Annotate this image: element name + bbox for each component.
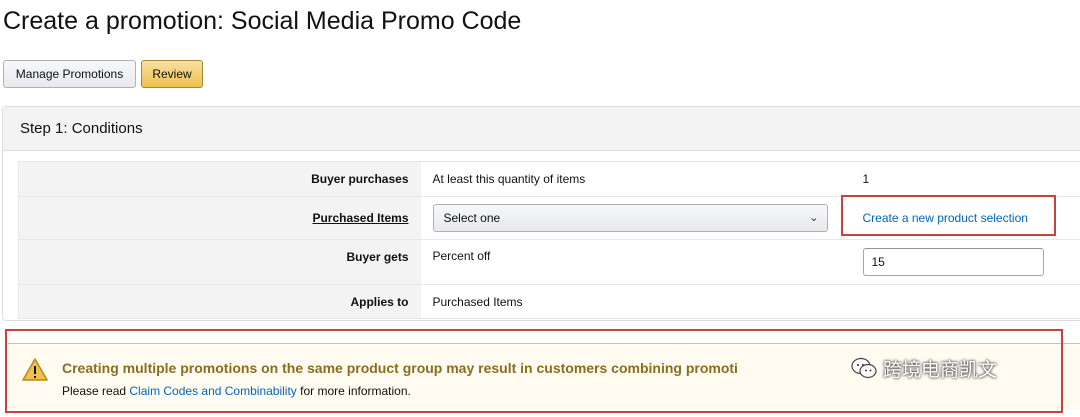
percent-off-input[interactable]: 15 xyxy=(862,248,1044,276)
product-selection-dropdown[interactable]: Select one ⌄ xyxy=(432,204,828,232)
buyer-purchases-label: Buyer purchases xyxy=(18,161,421,197)
table-row: Purchased Items Select one ⌄ Create a ne… xyxy=(18,196,1080,240)
purchased-items-select-cell: Select one ⌄ xyxy=(420,196,841,240)
purchased-items-link-cell: Create a new product selection xyxy=(840,196,1080,240)
table-row: Buyer purchases At least this quantity o… xyxy=(18,161,1080,197)
chevron-down-icon: ⌄ xyxy=(809,212,819,224)
create-product-selection-link[interactable]: Create a new product selection xyxy=(863,211,1028,225)
alert-text-after: for more information. xyxy=(296,384,411,398)
alert-title: Creating multiple promotions on the same… xyxy=(62,360,738,376)
review-button[interactable]: Review xyxy=(141,60,203,88)
purchased-items-label-cell: Purchased Items xyxy=(18,196,421,240)
alert-text-before: Please read xyxy=(62,384,130,398)
step-title: Step 1: Conditions xyxy=(20,120,143,137)
table-row: Buyer gets Percent off 15 xyxy=(18,239,1080,285)
alert-message: Please read Claim Codes and Combinabilit… xyxy=(62,384,411,398)
watermark-text: 跨境电商凯文 xyxy=(883,359,998,381)
applies-to-label: Applies to xyxy=(18,284,421,319)
buyer-purchases-quantity: 1 xyxy=(840,161,1080,197)
applies-to-value: Purchased Items xyxy=(420,284,841,319)
purchased-items-label[interactable]: Purchased Items xyxy=(312,211,408,225)
claim-codes-link[interactable]: Claim Codes and Combinability xyxy=(129,384,296,398)
table-row: Applies to Purchased Items xyxy=(18,284,1080,319)
conditions-table: Buyer purchases At least this quantity o… xyxy=(18,161,1080,319)
buyer-purchases-type: At least this quantity of items xyxy=(420,161,841,197)
warning-icon xyxy=(22,358,48,381)
applies-to-empty xyxy=(840,284,1080,319)
buyer-gets-type: Percent off xyxy=(420,239,841,285)
buyer-gets-input-cell: 15 xyxy=(840,239,1080,285)
watermark: 跨境电商凯文 xyxy=(845,353,1003,383)
page-title: Create a promotion: Social Media Promo C… xyxy=(3,7,522,35)
wechat-icon xyxy=(851,357,877,379)
buyer-gets-label: Buyer gets xyxy=(18,239,421,285)
select-value: Select one xyxy=(443,211,501,225)
panel-header: Step 1: Conditions xyxy=(3,107,1080,151)
manage-promotions-button[interactable]: Manage Promotions xyxy=(3,60,136,88)
